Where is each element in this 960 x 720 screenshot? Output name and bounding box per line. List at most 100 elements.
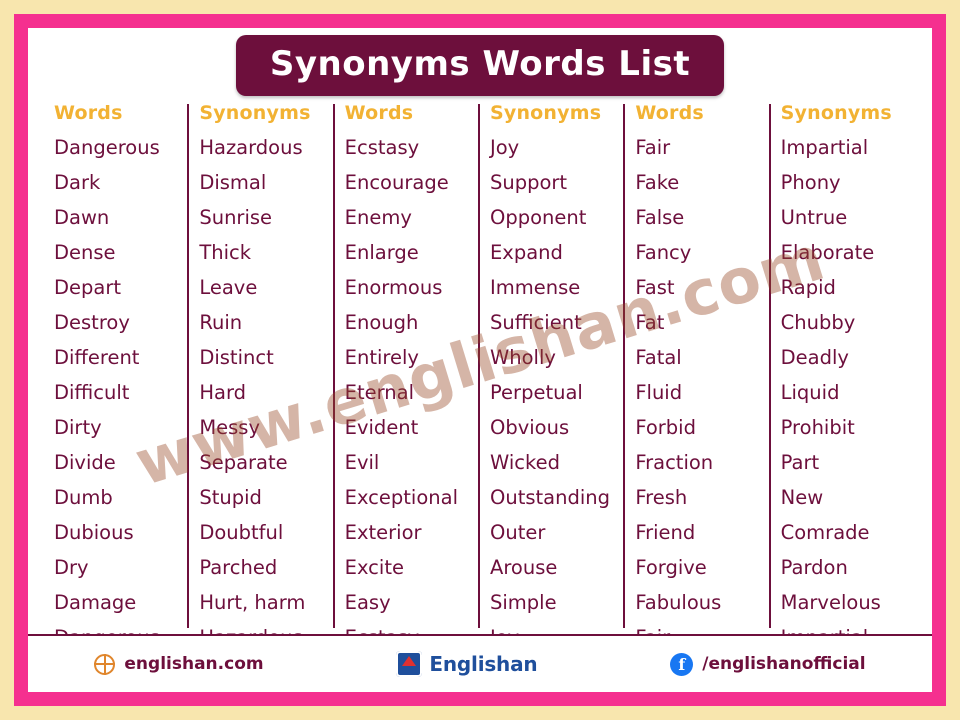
content-card: Synonyms Words List Words Dangerous Dark… <box>28 28 932 692</box>
column-header: Synonyms <box>489 102 602 124</box>
table-cell: Deadly <box>780 346 849 369</box>
table-cell: Prohibit <box>780 416 855 439</box>
table-cell: Wholly <box>489 346 556 369</box>
table-column-5: Words Fair Fake False Fancy Fast Fat Fat… <box>625 102 771 649</box>
table-cell: Marvelous <box>780 591 881 614</box>
table-cell: Opponent <box>489 206 587 229</box>
table-cell: Enemy <box>344 206 412 229</box>
table-cell: Fluid <box>635 381 683 404</box>
table-cell: New <box>780 486 824 509</box>
table-cell: Hazardous <box>199 136 303 159</box>
synonyms-table: Words Dangerous Dark Dawn Dense Depart D… <box>28 102 932 649</box>
table-cell: Ecstasy <box>344 136 420 159</box>
table-cell: Outstanding <box>489 486 610 509</box>
table-cell: False <box>635 206 685 229</box>
table-cell: Fabulous <box>635 591 722 614</box>
table-cell: Dense <box>54 241 116 264</box>
table-column-1: Words Dangerous Dark Dawn Dense Depart D… <box>44 102 190 649</box>
table-cell: Sufficient <box>489 311 582 334</box>
table-cell: Thick <box>199 241 252 264</box>
column-header: Synonyms <box>199 102 311 124</box>
table-cell: Outer <box>489 521 546 544</box>
table-cell: Parched <box>199 556 278 579</box>
table-cell: Comrade <box>780 521 870 544</box>
table-cell: Dangerous <box>54 136 160 159</box>
table-cell: Eternal <box>344 381 415 404</box>
table-cell: Dry <box>54 556 89 579</box>
table-cell: Friend <box>635 521 696 544</box>
table-cell: Fresh <box>635 486 688 509</box>
column-header: Words <box>344 102 414 124</box>
table-cell: Obvious <box>489 416 570 439</box>
table-cell: Expand <box>489 241 563 264</box>
table-cell: Encourage <box>344 171 449 194</box>
table-cell: Dirty <box>54 416 102 439</box>
footer-brand[interactable]: Englishan <box>396 651 538 677</box>
table-cell: Fake <box>635 171 680 194</box>
table-cell: Phony <box>780 171 841 194</box>
table-cell: Enormous <box>344 276 443 299</box>
table-cell: Different <box>54 346 140 369</box>
poster-page: Synonyms Words List Words Dangerous Dark… <box>0 0 960 720</box>
table-cell: Dumb <box>54 486 113 509</box>
table-cell: Enough <box>344 311 419 334</box>
table-cell: Enlarge <box>344 241 419 264</box>
table-cell: Depart <box>54 276 122 299</box>
column-header: Words <box>635 102 704 124</box>
table-cell: Excite <box>344 556 404 579</box>
table-cell: Simple <box>489 591 557 614</box>
table-cell: Fatal <box>635 346 682 369</box>
pink-border-frame: Synonyms Words List Words Dangerous Dark… <box>14 14 946 706</box>
footer-facebook-label: /englishanofficial <box>702 654 866 674</box>
table-cell: Hurt, harm <box>199 591 306 614</box>
globe-icon <box>94 653 116 675</box>
table-cell: Separate <box>199 451 288 474</box>
table-cell: Ruin <box>199 311 243 334</box>
table-cell: Untrue <box>780 206 848 229</box>
table-cell: Support <box>489 171 568 194</box>
table-cell: Pardon <box>780 556 848 579</box>
footer-website-label: englishan.com <box>124 654 264 674</box>
table-column-4: Synonyms Joy Support Opponent Expand Imm… <box>480 102 626 649</box>
table-cell: Evident <box>344 416 419 439</box>
table-cell: Fat <box>635 311 665 334</box>
table-cell: Impartial <box>780 136 869 159</box>
table-cell: Destroy <box>54 311 130 334</box>
table-cell: Forgive <box>635 556 707 579</box>
table-column-3: Words Ecstasy Encourage Enemy Enlarge En… <box>335 102 481 649</box>
table-cell: Stupid <box>199 486 262 509</box>
table-cell: Fraction <box>635 451 714 474</box>
table-cell: Chubby <box>780 311 856 334</box>
table-cell: Sunrise <box>199 206 273 229</box>
title-area: Synonyms Words List <box>28 28 932 102</box>
table-cell: Wicked <box>489 451 560 474</box>
table-cell: Fancy <box>635 241 692 264</box>
footer-website[interactable]: englishan.com <box>94 653 264 675</box>
table-cell: Fair <box>635 136 671 159</box>
table-cell: Elaborate <box>780 241 875 264</box>
footer-facebook[interactable]: f /englishanofficial <box>670 652 866 676</box>
footer-brand-label: Englishan <box>429 652 538 676</box>
table-cell: Evil <box>344 451 380 474</box>
table-cell: Fast <box>635 276 675 299</box>
column-header: Words <box>54 102 123 124</box>
table-cell: Exterior <box>344 521 422 544</box>
table-cell: Part <box>780 451 820 474</box>
footer: englishan.com Englishan f /englishanoffi… <box>28 634 932 692</box>
table-cell: Easy <box>344 591 391 614</box>
table-cell: Divide <box>54 451 116 474</box>
table-cell: Rapid <box>780 276 836 299</box>
table-cell: Dawn <box>54 206 110 229</box>
table-column-2: Synonyms Hazardous Dismal Sunrise Thick … <box>189 102 335 649</box>
table-cell: Forbid <box>635 416 696 439</box>
table-cell: Exceptional <box>344 486 458 509</box>
table-cell: Dubious <box>54 521 134 544</box>
table-cell: Leave <box>199 276 258 299</box>
table-cell: Hard <box>199 381 246 404</box>
table-cell: Doubtful <box>199 521 284 544</box>
table-cell: Damage <box>54 591 137 614</box>
table-cell: Joy <box>489 136 520 159</box>
column-header: Synonyms <box>780 102 892 124</box>
englishan-logo-icon <box>396 651 423 677</box>
table-cell: Arouse <box>489 556 558 579</box>
